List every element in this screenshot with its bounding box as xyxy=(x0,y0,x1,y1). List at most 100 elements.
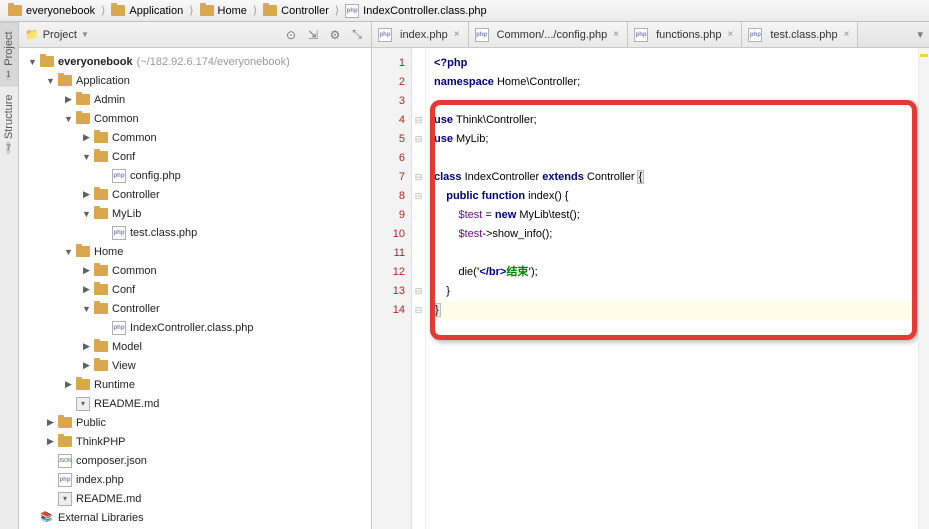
tree-arrow-icon[interactable] xyxy=(63,379,74,390)
tree-arrow-icon[interactable] xyxy=(45,436,56,447)
code-line[interactable]: $test->show_info(); xyxy=(434,225,929,244)
tree-arrow-icon[interactable] xyxy=(81,265,92,276)
line-number[interactable]: 11 xyxy=(372,244,405,263)
tree-node[interactable]: Runtime xyxy=(19,375,371,394)
editor-tab[interactable]: index.php× xyxy=(372,22,469,47)
fold-column[interactable]: ⊟⊟⊟⊟⊟⊟ xyxy=(412,48,426,529)
line-number[interactable]: 1 xyxy=(372,54,405,73)
code-editor[interactable]: 1234567891011121314 ⊟⊟⊟⊟⊟⊟ <?phpnamespac… xyxy=(372,48,929,529)
code-line[interactable]: } xyxy=(434,301,929,320)
tabs-menu-icon[interactable]: ▾ xyxy=(911,22,929,47)
line-number[interactable]: 10 xyxy=(372,225,405,244)
breadcrumb-item[interactable]: IndexController.class.php xyxy=(341,4,491,18)
code-line[interactable]: die('</br>结束'); xyxy=(434,263,929,282)
code-line[interactable] xyxy=(434,244,929,263)
fold-handle[interactable]: ⊟ xyxy=(412,130,425,149)
tree-node[interactable]: index.php xyxy=(19,470,371,489)
code-line[interactable] xyxy=(434,92,929,111)
error-stripe[interactable] xyxy=(918,48,929,529)
fold-handle[interactable]: ⊟ xyxy=(412,187,425,206)
breadcrumb-item[interactable]: Application xyxy=(107,5,187,17)
tree-node[interactable]: README.md xyxy=(19,489,371,508)
line-number[interactable]: 9 xyxy=(372,206,405,225)
line-number[interactable]: 5 xyxy=(372,130,405,149)
tree-node[interactable]: Controller xyxy=(19,185,371,204)
breadcrumb-item[interactable]: everyonebook xyxy=(4,5,99,17)
structure-tool-tab[interactable]: 7 Structure xyxy=(0,85,18,158)
line-number[interactable]: 2 xyxy=(372,73,405,92)
line-number[interactable]: 12 xyxy=(372,263,405,282)
tree-arrow-icon[interactable] xyxy=(81,360,92,371)
line-number[interactable]: 3 xyxy=(372,92,405,111)
tree-arrow-icon[interactable] xyxy=(63,113,74,124)
tree-node[interactable]: Application xyxy=(19,71,371,90)
close-icon[interactable]: × xyxy=(452,29,462,40)
code-line[interactable]: <?php xyxy=(434,54,929,73)
tree-arrow-icon[interactable] xyxy=(81,303,92,314)
project-panel-title[interactable]: 📁 Project ▼ xyxy=(25,28,89,41)
fold-handle[interactable]: ⊟ xyxy=(412,168,425,187)
line-number[interactable]: 4 xyxy=(372,111,405,130)
tree-node[interactable]: Public xyxy=(19,413,371,432)
fold-handle[interactable]: ⊟ xyxy=(412,282,425,301)
code-line[interactable]: $test = new MyLib\test(); xyxy=(434,206,929,225)
tree-arrow-icon[interactable] xyxy=(81,284,92,295)
code-line[interactable] xyxy=(434,149,929,168)
breadcrumb-item[interactable]: Controller xyxy=(259,5,333,17)
code-line[interactable]: public function index() { xyxy=(434,187,929,206)
code-line[interactable]: namespace Home\Controller; xyxy=(434,73,929,92)
project-tree[interactable]: everyonebook(~/182.92.6.174/everyonebook… xyxy=(19,48,371,529)
line-number[interactable]: 14 xyxy=(372,301,405,320)
tree-node[interactable]: Common xyxy=(19,261,371,280)
tree-arrow-icon[interactable] xyxy=(81,189,92,200)
collapse-all-icon[interactable]: ⇲ xyxy=(305,27,321,43)
tree-arrow-icon[interactable] xyxy=(81,341,92,352)
tree-node[interactable]: External Libraries xyxy=(19,508,371,527)
tree-node[interactable]: Controller xyxy=(19,299,371,318)
hide-icon[interactable]: ⤡ xyxy=(349,27,365,43)
tree-node[interactable]: composer.json xyxy=(19,451,371,470)
editor-tab[interactable]: Common/.../config.php× xyxy=(469,22,629,47)
tree-arrow-icon[interactable] xyxy=(81,208,92,219)
code-content[interactable]: <?phpnamespace Home\Controller; use Think… xyxy=(426,48,929,529)
tree-node[interactable]: config.php xyxy=(19,166,371,185)
code-line[interactable]: class IndexController extends Controller… xyxy=(434,168,929,187)
tree-node[interactable]: MyLib xyxy=(19,204,371,223)
tree-arrow-icon[interactable] xyxy=(45,75,56,86)
scroll-from-source-icon[interactable]: ⊙ xyxy=(283,27,299,43)
breadcrumb-item[interactable]: Home xyxy=(196,5,251,17)
line-number[interactable]: 7 xyxy=(372,168,405,187)
tree-node[interactable]: ThinkPHP xyxy=(19,432,371,451)
editor-tab[interactable]: test.class.php× xyxy=(742,22,858,47)
tree-arrow-icon[interactable] xyxy=(81,151,92,162)
tree-node[interactable]: test.class.php xyxy=(19,223,371,242)
close-icon[interactable]: × xyxy=(842,29,852,40)
tree-arrow-icon[interactable] xyxy=(81,132,92,143)
fold-handle[interactable]: ⊟ xyxy=(412,111,425,130)
line-gutter[interactable]: 1234567891011121314 xyxy=(372,48,412,529)
tree-arrow-icon[interactable] xyxy=(63,94,74,105)
line-number[interactable]: 8 xyxy=(372,187,405,206)
tree-node[interactable]: Model xyxy=(19,337,371,356)
code-line[interactable]: } xyxy=(434,282,929,301)
code-line[interactable]: use Think\Controller; xyxy=(434,111,929,130)
tree-node[interactable]: Home xyxy=(19,242,371,261)
tree-node[interactable]: everyonebook(~/182.92.6.174/everyonebook… xyxy=(19,52,371,71)
tree-node[interactable]: IndexController.class.php xyxy=(19,318,371,337)
line-number[interactable]: 6 xyxy=(372,149,405,168)
tree-node[interactable]: Admin xyxy=(19,90,371,109)
fold-handle[interactable]: ⊟ xyxy=(412,301,425,320)
editor-tab[interactable]: functions.php× xyxy=(628,22,742,47)
tree-arrow-icon[interactable] xyxy=(27,56,38,67)
line-number[interactable]: 13 xyxy=(372,282,405,301)
project-tool-tab[interactable]: 1 Project xyxy=(0,22,18,85)
warning-marker[interactable] xyxy=(920,54,928,57)
tree-node[interactable]: Conf xyxy=(19,280,371,299)
tree-node[interactable]: README.md xyxy=(19,394,371,413)
tree-node[interactable]: Common xyxy=(19,109,371,128)
tree-node[interactable]: View xyxy=(19,356,371,375)
tree-node[interactable]: Conf xyxy=(19,147,371,166)
close-icon[interactable]: × xyxy=(726,29,736,40)
tree-arrow-icon[interactable] xyxy=(45,417,56,428)
close-icon[interactable]: × xyxy=(611,29,621,40)
